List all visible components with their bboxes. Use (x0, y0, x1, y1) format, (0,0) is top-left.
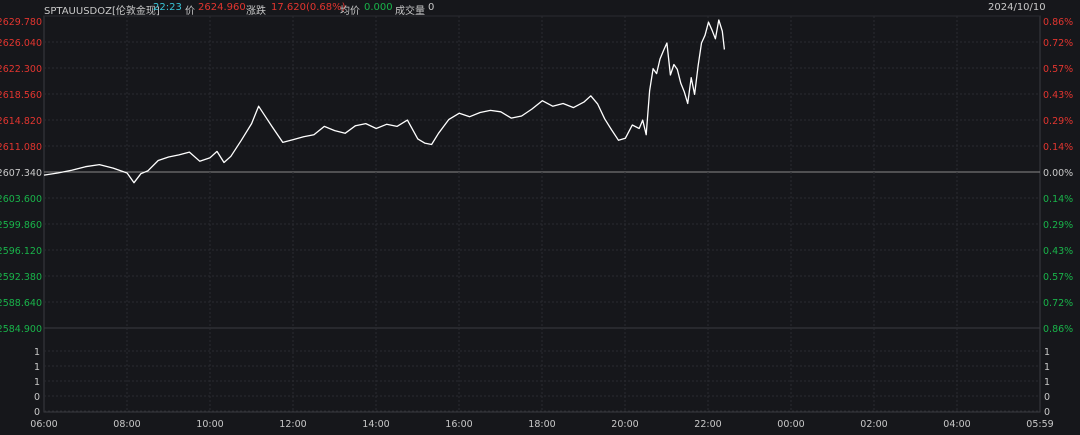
price-tick-label: 2618.560 (0, 90, 42, 101)
time-tick-label: 00:00 (777, 419, 804, 430)
time-tick-label: 05:59 (1026, 419, 1053, 430)
price-tick-label: 2603.600 (0, 194, 42, 205)
price-series (43, 19, 726, 184)
price-tick-label: 2584.900 (0, 324, 42, 335)
intraday-chart[interactable]: 2629.780 2626.040 2622.300 2618.560 2614.820… (0, 0, 1080, 435)
chart-grid (43, 15, 1041, 413)
time-tick-label: 20:00 (611, 419, 638, 430)
price-tick-label: 2629.780 (0, 17, 42, 28)
price-axis: 2629.780 2626.040 2622.300 2618.560 2614.820… (0, 17, 42, 335)
time-axis: 06:00 08:00 10:00 12:00 14:00 16:00 18:00 20:00… (30, 419, 1053, 430)
volume-tick-label: 0 (1044, 407, 1050, 418)
time-tick-label: 06:00 (30, 419, 57, 430)
price-tick-label: 2599.860 (0, 220, 42, 231)
price-tick-label: 2622.300 (0, 64, 42, 75)
price-tick-label: 2611.080 (0, 142, 42, 153)
percent-axis: 0.86% 0.72% 0.57% 0.43% 0.29% 0.14% 0.00% 0.14%… (1043, 17, 1073, 335)
percent-tick-label: 0.29% (1043, 220, 1073, 231)
volume-tick-label: 1 (34, 347, 40, 358)
percent-tick-label: 0.29% (1043, 116, 1073, 127)
price-tick-label: 2588.640 (0, 298, 42, 309)
price-line (43, 19, 726, 184)
time-tick-label: 04:00 (943, 419, 970, 430)
volume-tick-label: 0 (1044, 392, 1050, 403)
percent-tick-label: 0.57% (1043, 64, 1073, 75)
price-tick-label: 2596.120 (0, 246, 42, 257)
price-tick-label: 2614.820 (0, 116, 42, 127)
percent-tick-label: 0.00% (1043, 168, 1073, 179)
percent-tick-label: 0.57% (1043, 272, 1073, 283)
percent-tick-label: 0.72% (1043, 298, 1073, 309)
percent-tick-label: 0.14% (1043, 194, 1073, 205)
time-tick-label: 14:00 (362, 419, 389, 430)
time-tick-label: 10:00 (196, 419, 223, 430)
price-tick-label: 2607.340 (0, 168, 42, 179)
volume-tick-label: 1 (34, 377, 40, 388)
volume-tick-label: 1 (1044, 347, 1050, 358)
time-tick-label: 22:00 (694, 419, 721, 430)
volume-tick-label: 1 (1044, 362, 1050, 373)
time-tick-label: 18:00 (528, 419, 555, 430)
percent-tick-label: 0.14% (1043, 142, 1073, 153)
time-tick-label: 16:00 (445, 419, 472, 430)
volume-tick-label: 0 (34, 407, 40, 418)
price-tick-label: 2592.380 (0, 272, 42, 283)
price-tick-label: 2626.040 (0, 38, 42, 49)
volume-tick-label: 0 (34, 392, 40, 403)
time-tick-label: 08:00 (113, 419, 140, 430)
percent-tick-label: 0.43% (1043, 246, 1073, 257)
percent-tick-label: 0.86% (1043, 17, 1073, 28)
volume-tick-label: 1 (34, 362, 40, 373)
percent-tick-label: 0.86% (1043, 324, 1073, 335)
volume-tick-label: 1 (1044, 377, 1050, 388)
percent-tick-label: 0.72% (1043, 38, 1073, 49)
percent-tick-label: 0.43% (1043, 90, 1073, 101)
time-tick-label: 02:00 (860, 419, 887, 430)
time-tick-label: 12:00 (279, 419, 306, 430)
